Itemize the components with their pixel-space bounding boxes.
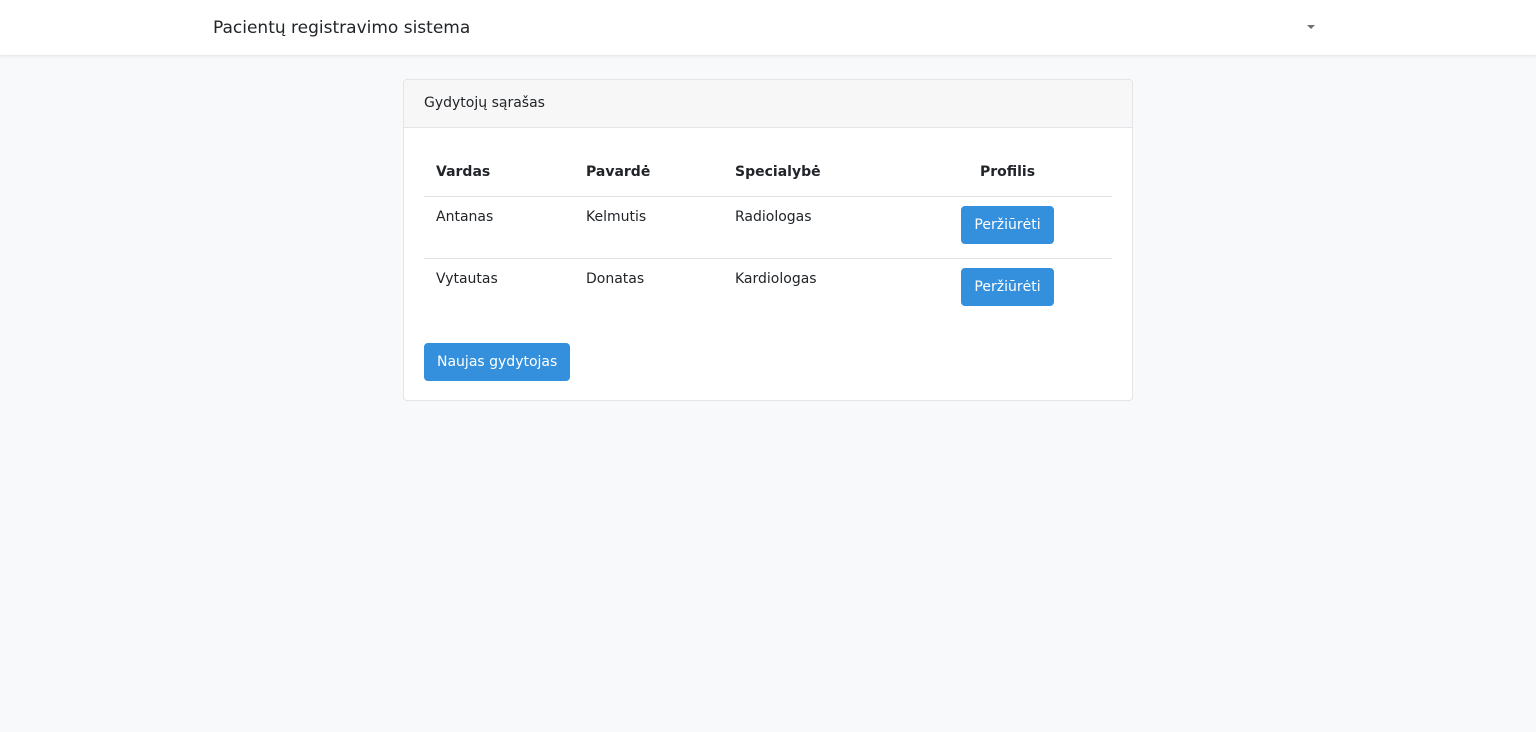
table-row: Antanas Kelmutis Radiologas Peržiūrėti (424, 196, 1112, 259)
view-profile-button[interactable]: Peržiūrėti (961, 205, 1054, 244)
cell-vardas: Vytautas (436, 270, 498, 287)
column-header-vardas: Vardas (424, 148, 574, 197)
doctors-table: Vardas Pavardė Specialybė Profilis Antan… (424, 148, 1112, 320)
table-header-row: Vardas Pavardė Specialybė Profilis (424, 148, 1112, 197)
card-title: Gydytojų sąrašas (404, 80, 1132, 128)
cell-specialybe: Kardiologas (735, 270, 817, 287)
user-dropdown-toggle[interactable] (1302, 20, 1320, 34)
column-header-specialybe: Specialybė (723, 148, 903, 197)
top-navbar: Pacientų registravimo sistema (0, 0, 1536, 55)
cell-pavarde: Donatas (586, 270, 645, 287)
view-profile-button[interactable]: Peržiūrėti (961, 267, 1054, 306)
card-body: Vardas Pavardė Specialybė Profilis Antan… (404, 128, 1132, 381)
navbar-brand[interactable]: Pacientų registravimo sistema (213, 16, 470, 40)
cell-pavarde: Kelmutis (574, 196, 723, 259)
cell-specialybe: Radiologas (723, 196, 903, 259)
table-row: Vytautas Donatas Kardiologas Peržiūrėti (424, 258, 1112, 320)
caret-down-icon (1307, 25, 1315, 29)
doctors-card: Gydytojų sąrašas Vardas Pavardė Specialy… (403, 79, 1133, 401)
column-header-profilis: Profilis (903, 148, 1112, 197)
cell-vardas: Antanas (424, 196, 574, 259)
cell-profilis: Peržiūrėti (903, 196, 1112, 259)
new-doctor-button[interactable]: Naujas gydytojas (424, 343, 571, 381)
cell-profilis: Peržiūrėti (903, 258, 1112, 320)
column-header-pavarde: Pavardė (574, 148, 723, 197)
